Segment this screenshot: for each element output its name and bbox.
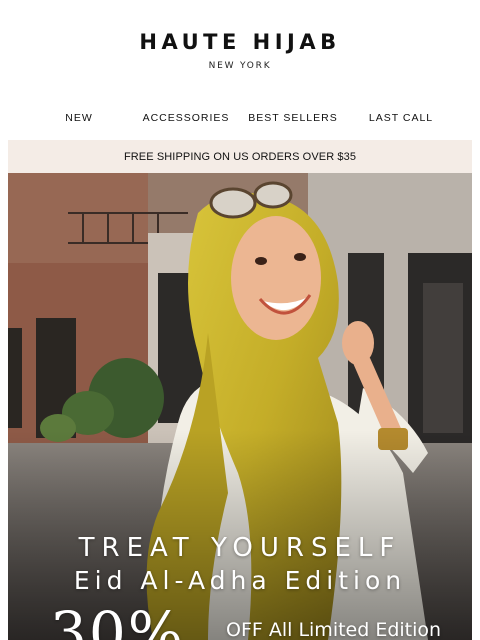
- shipping-banner[interactable]: FREE SHIPPING ON US ORDERS OVER $35: [8, 140, 472, 173]
- hero-discount: 30%: [50, 599, 185, 640]
- brand-name: HAUTE HIJAB: [139, 30, 341, 54]
- nav-item-best-sellers[interactable]: BEST SELLERS: [248, 112, 337, 124]
- shipping-banner-text: FREE SHIPPING ON US ORDERS OVER $35: [123, 150, 357, 163]
- hero-banner[interactable]: TREAT YOURSELF Eid Al-Adha Edition 30% O…: [8, 173, 472, 640]
- brand-logo[interactable]: HAUTE HIJAB NEW YORK: [0, 30, 480, 71]
- brand-location: NEW YORK: [208, 61, 272, 71]
- nav-item-last-call[interactable]: LAST CALL: [369, 112, 433, 124]
- hero-offer: 30% OFF All Limited Edition: [8, 599, 472, 640]
- nav-item-accessories[interactable]: ACCESSORIES: [143, 112, 230, 124]
- hero-offer-text: OFF All Limited Edition: [226, 619, 442, 640]
- nav-item-new[interactable]: NEW: [65, 112, 93, 124]
- main-nav: NEW ACCESSORIES BEST SELLERS LAST CALL: [0, 112, 480, 126]
- hero-subheadline: Eid Al-Adha Edition: [73, 566, 407, 595]
- hero-headline: TREAT YOURSELF: [78, 533, 402, 563]
